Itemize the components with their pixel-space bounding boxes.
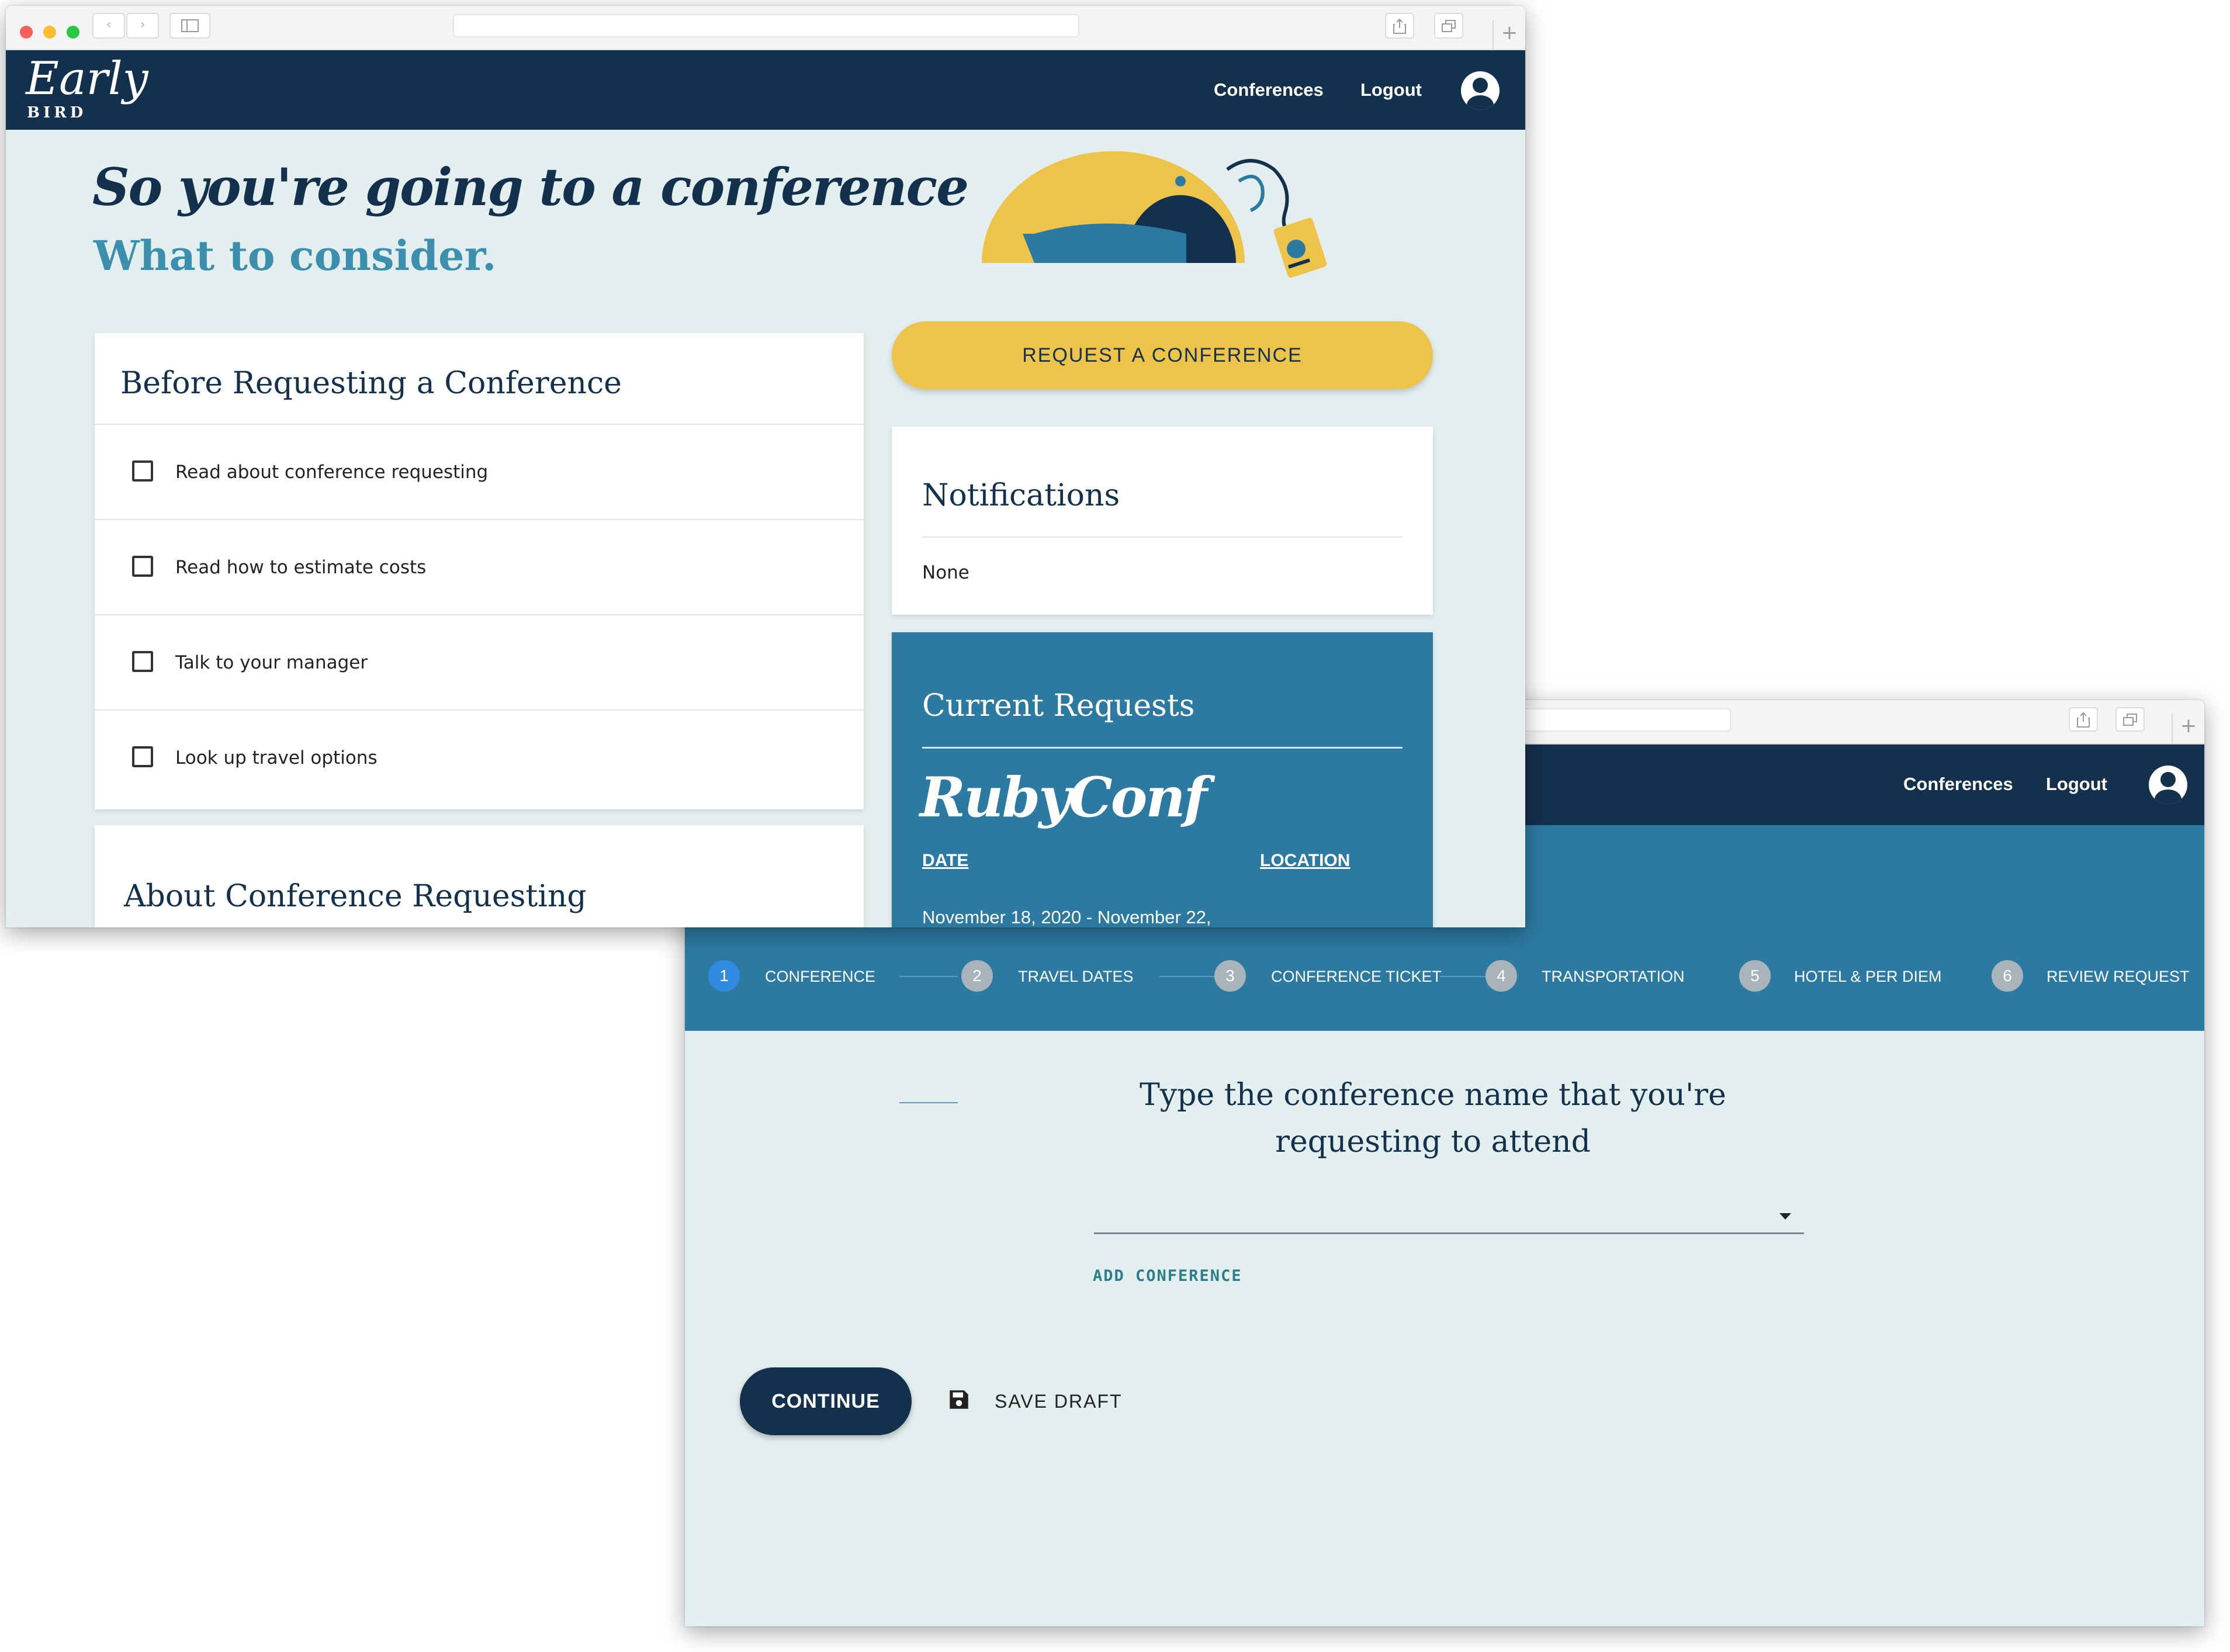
share-button[interactable]	[2069, 707, 2098, 732]
prompt-line-1: Type the conference name that you're	[1140, 1078, 1726, 1113]
step-connector	[1159, 976, 1218, 977]
checkbox[interactable]	[132, 556, 153, 577]
notifications-title: Notifications	[922, 478, 1120, 513]
notifications-card: Notifications None	[892, 427, 1433, 615]
checklist-item-label: Read about conference requesting	[175, 462, 489, 483]
address-bar[interactable]	[453, 14, 1079, 37]
nav-conferences-link[interactable]: Conferences	[1903, 774, 2013, 795]
checklist-title: Before Requesting a Conference	[120, 366, 622, 401]
logo-early-text: Early	[26, 53, 148, 105]
sidebar-icon	[181, 19, 199, 32]
conference-name[interactable]: RubyConf	[920, 766, 1207, 830]
back-button[interactable]: ‹	[92, 13, 125, 39]
step-label: REVIEW REQUEST	[2047, 968, 2190, 985]
hero-subtitle: What to consider.	[94, 231, 497, 280]
date-header[interactable]: DATE	[922, 851, 968, 871]
conference-select[interactable]	[1094, 1203, 1804, 1234]
minimize-window-icon[interactable]	[43, 26, 56, 39]
current-requests-card: Current Requests RubyConf DATE LOCATION …	[892, 632, 1433, 927]
step-number: 4	[1485, 960, 1517, 992]
step-number: 3	[1214, 960, 1246, 992]
step-number: 5	[1739, 960, 1771, 992]
checklist-card: Before Requesting a Conference Read abou…	[95, 333, 864, 809]
checklist-item-label: Read how to estimate costs	[175, 557, 427, 578]
checklist-item[interactable]: Look up travel options	[95, 711, 864, 805]
nav-logout-link[interactable]: Logout	[2046, 774, 2107, 795]
location-header[interactable]: LOCATION	[1260, 851, 1350, 871]
tabs-button[interactable]	[1434, 13, 1463, 39]
chevron-down-icon	[1779, 1213, 1791, 1220]
form-prompt: Type the conference name that you're req…	[919, 1072, 1947, 1165]
tabs-button[interactable]	[2115, 707, 2145, 732]
step-number: 1	[708, 960, 740, 992]
share-icon	[2077, 712, 2090, 728]
step-number: 2	[961, 960, 993, 992]
tabs-icon	[2123, 714, 2137, 726]
checklist-item-label: Look up travel options	[175, 747, 378, 768]
checklist-item[interactable]: Read how to estimate costs	[95, 520, 864, 614]
account-circle-icon[interactable]	[2149, 766, 2187, 804]
zoom-window-icon[interactable]	[67, 26, 79, 39]
request-conference-button[interactable]: REQUEST A CONFERENCE	[892, 321, 1433, 389]
checklist-item-label: Talk to your manager	[175, 652, 368, 673]
about-title: About Conference Requesting	[124, 879, 587, 914]
step-connector	[899, 976, 958, 977]
step-label: HOTEL & PER DIEM	[1794, 968, 1942, 985]
chevron-right-icon: ›	[140, 18, 146, 32]
prompt-line-2: requesting to attend	[1275, 1124, 1591, 1159]
date-value: November 18, 2020 - November 22,	[922, 907, 1211, 927]
checklist-item[interactable]: Talk to your manager	[95, 615, 864, 709]
early-bird-logo[interactable]: Early BIRD	[20, 55, 148, 125]
nav-logout-link[interactable]: Logout	[1360, 79, 1422, 101]
step-number: 6	[1992, 960, 2023, 992]
notifications-body: None	[922, 562, 969, 583]
divider	[922, 536, 1403, 538]
bird-illustration	[982, 151, 1327, 278]
dashboard-app-bar: Early BIRD Conferences Logout	[6, 50, 1525, 130]
share-icon	[1393, 18, 1406, 34]
step-label: TRAVEL DATES	[1018, 968, 1134, 985]
add-conference-link[interactable]: ADD CONFERENCE	[1093, 1267, 1242, 1285]
logo-bird-text: BIRD	[27, 104, 87, 122]
new-tab-button[interactable]: +	[2172, 713, 2204, 743]
save-draft-button[interactable]: SAVE DRAFT	[947, 1384, 1134, 1419]
account-circle-icon[interactable]	[1461, 71, 1500, 110]
chevron-left-icon: ‹	[106, 18, 112, 32]
step-label: TRANSPORTATION	[1542, 968, 1685, 985]
sidebar-toggle-button[interactable]	[169, 13, 210, 39]
share-button[interactable]	[1385, 13, 1414, 39]
divider	[922, 747, 1403, 749]
nav-conferences-link[interactable]: Conferences	[1214, 79, 1324, 101]
step-label: CONFERENCE	[765, 968, 876, 985]
floppy-disk-icon	[950, 1390, 968, 1409]
checkbox[interactable]	[132, 746, 153, 767]
checklist-item[interactable]: Read about conference requesting	[95, 425, 864, 519]
about-card: About Conference Requesting	[95, 825, 864, 927]
checkbox[interactable]	[132, 460, 153, 482]
step-label: CONFERENCE TICKET	[1271, 968, 1442, 985]
close-window-icon[interactable]	[20, 26, 33, 39]
checkbox[interactable]	[132, 651, 153, 672]
current-requests-title: Current Requests	[922, 688, 1195, 723]
stepper: 1 CONFERENCE 2 TRAVEL DATES 3 CONFERENCE…	[685, 951, 2204, 998]
hero-title: So you're going to a conference	[92, 157, 969, 217]
forward-button[interactable]: ›	[126, 13, 159, 39]
browser-chrome: ‹ › +	[6, 6, 1525, 50]
save-draft-label: SAVE DRAFT	[995, 1391, 1123, 1412]
continue-button[interactable]: CONTINUE	[740, 1367, 912, 1435]
dashboard-window: ‹ › + Early BIRD Conferences Logout So y…	[6, 6, 1525, 927]
new-tab-button[interactable]: +	[1493, 20, 1525, 50]
tabs-icon	[1442, 20, 1456, 32]
